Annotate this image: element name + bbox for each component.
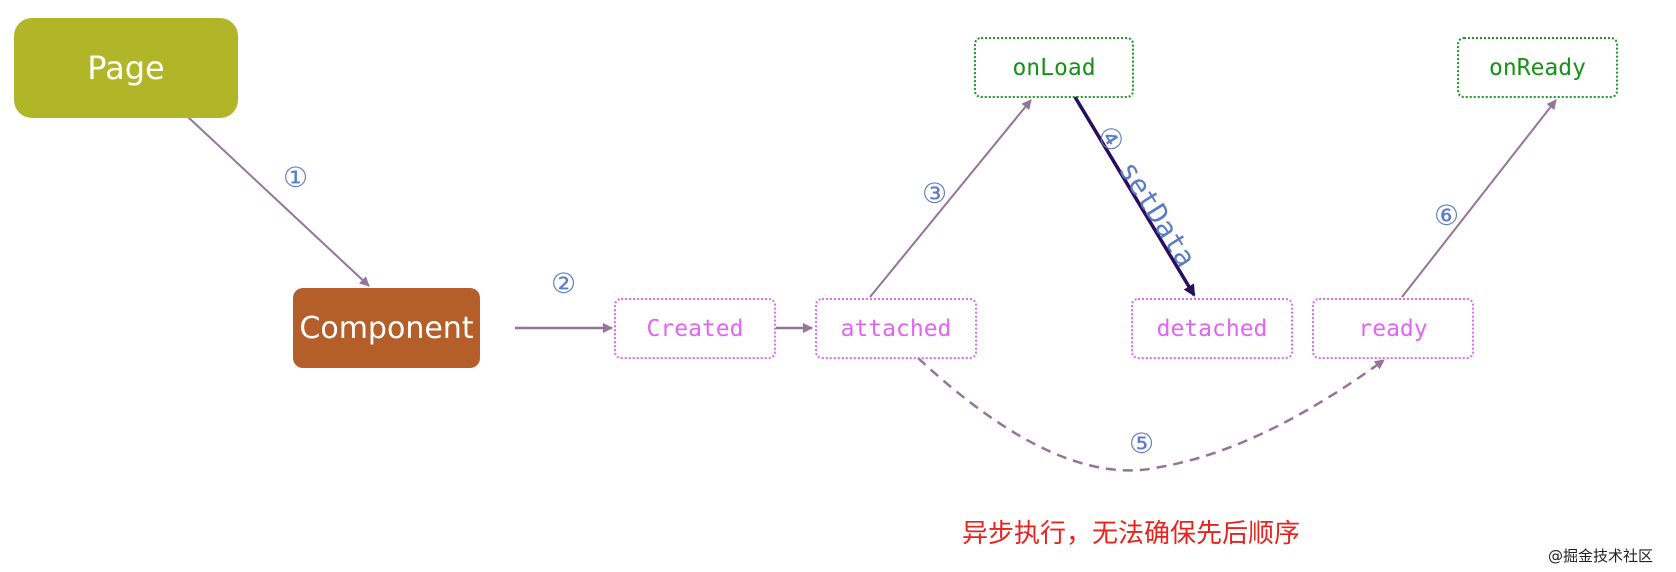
onready-node: onReady <box>1457 37 1618 98</box>
page-node: Page <box>14 18 238 118</box>
ready-node-label: ready <box>1358 315 1428 342</box>
onready-node-label: onReady <box>1489 54 1586 81</box>
created-node: Created <box>614 298 776 359</box>
created-node-label: Created <box>646 315 744 342</box>
attached-node: attached <box>815 298 977 359</box>
step-3-label: ③ <box>922 177 948 210</box>
onload-node: onLoad <box>974 37 1134 98</box>
step-2-label: ② <box>551 267 577 300</box>
edge-page-component <box>187 116 370 287</box>
detached-node: detached <box>1131 298 1293 359</box>
detached-node-label: detached <box>1156 315 1268 342</box>
component-node: Component <box>293 288 480 368</box>
ready-node: ready <box>1312 298 1474 359</box>
component-node-label: Component <box>299 310 474 346</box>
attached-node-label: attached <box>840 315 952 342</box>
watermark: @掘金技术社区 <box>1548 547 1654 565</box>
step-6-label: ⑥ <box>1434 199 1460 232</box>
edge-attached-onload <box>869 99 1032 298</box>
async-note: 异步执行，无法确保先后顺序 <box>962 519 1301 549</box>
page-node-label: Page <box>87 49 165 87</box>
step-5-label: ⑤ <box>1129 427 1155 460</box>
edges-layer <box>187 96 1557 472</box>
edge-ready-onready <box>1401 99 1557 298</box>
onload-node-label: onLoad <box>1012 54 1096 81</box>
step-1-label: ① <box>283 161 309 194</box>
